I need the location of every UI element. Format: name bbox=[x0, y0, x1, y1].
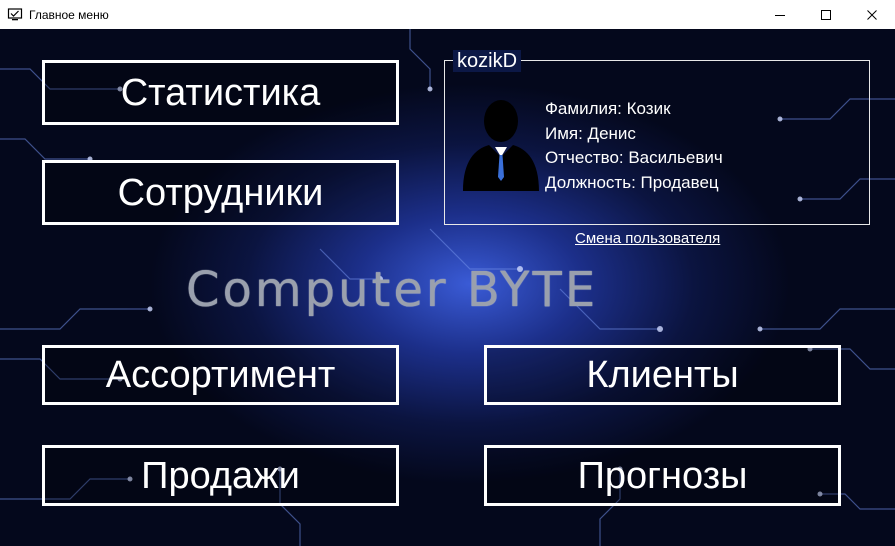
statistics-button[interactable]: Статистика bbox=[42, 60, 399, 125]
sales-button[interactable]: Продажи bbox=[42, 445, 399, 506]
user-silhouette-icon bbox=[463, 100, 539, 191]
switch-user-link[interactable]: Смена пользователя bbox=[575, 230, 720, 247]
main-menu-area: Статистика Сотрудники Ассортимент Продаж… bbox=[0, 29, 895, 546]
clients-button[interactable]: Клиенты bbox=[484, 345, 841, 405]
window-title: Главное меню bbox=[29, 7, 109, 22]
user-info-group: kozikD Фамилия: Козик Имя: Денис Отчеств… bbox=[444, 50, 870, 225]
forecasts-button[interactable]: Прогнозы bbox=[484, 445, 841, 506]
close-icon bbox=[867, 9, 877, 20]
window-controls bbox=[757, 0, 895, 29]
user-details: Фамилия: Козик Имя: Денис Отчество: Васи… bbox=[545, 97, 723, 195]
minimize-icon bbox=[775, 14, 785, 16]
title-bar: Главное меню bbox=[0, 0, 895, 29]
app-icon bbox=[7, 7, 23, 20]
maximize-button[interactable] bbox=[803, 0, 849, 29]
close-button[interactable] bbox=[849, 0, 895, 29]
assortment-button[interactable]: Ассортимент bbox=[42, 345, 399, 405]
user-login: kozikD bbox=[453, 50, 522, 72]
user-surname: Фамилия: Козик bbox=[545, 99, 671, 118]
minimize-button[interactable] bbox=[757, 0, 803, 29]
maximize-icon bbox=[821, 9, 831, 20]
employees-button[interactable]: Сотрудники bbox=[42, 160, 399, 225]
user-patronymic: Отчество: Васильевич bbox=[545, 148, 723, 167]
user-position: Должность: Продавец bbox=[545, 172, 719, 192]
brand-logo-text: Computer BYTE bbox=[186, 262, 599, 318]
user-name: Имя: Денис bbox=[545, 123, 636, 143]
